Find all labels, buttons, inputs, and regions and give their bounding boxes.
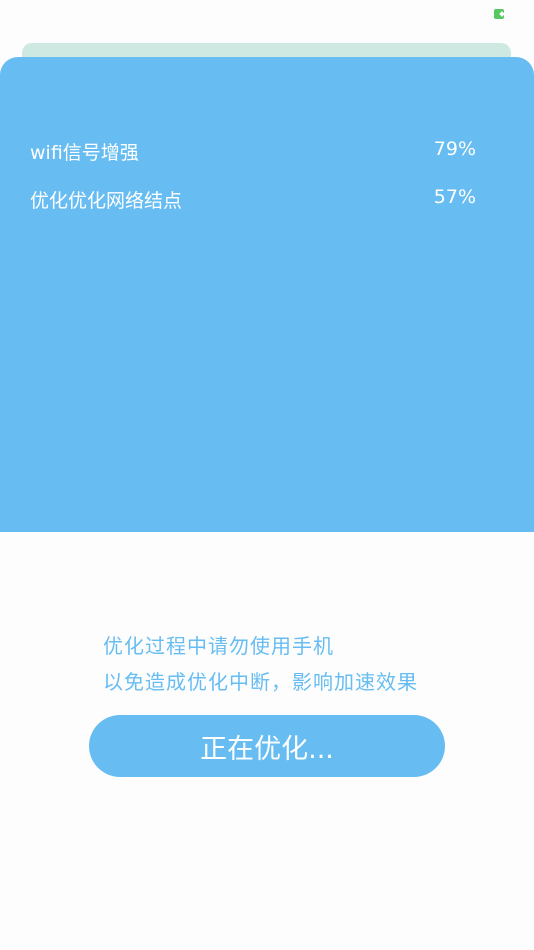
hint-text-line-1: 优化过程中请勿使用手机 <box>103 634 334 658</box>
task-row-wifi-boost: wifi信号增强 79% <box>30 138 476 166</box>
task-percent: 79% <box>433 138 476 160</box>
task-percent: 57% <box>433 186 476 208</box>
status-bar <box>0 0 534 30</box>
task-label: wifi信号增强 <box>30 142 139 164</box>
battery-icon <box>494 9 504 19</box>
hint-text-line-2: 以免造成优化中断，影响加速效果 <box>103 670 418 694</box>
task-row-network-node: 优化优化网络结点 57% <box>30 186 476 214</box>
optimizing-button[interactable]: 正在优化... <box>89 715 445 777</box>
task-label: 优化优化网络结点 <box>30 190 183 212</box>
optimization-card <box>0 57 534 532</box>
